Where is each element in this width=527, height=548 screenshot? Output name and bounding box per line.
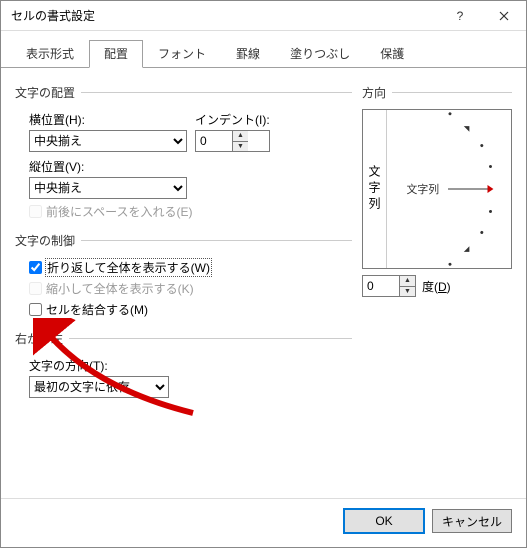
group-orientation: 方向 文字列	[362, 84, 512, 297]
orientation-preview[interactable]: 文字列	[362, 109, 512, 269]
tab-fill[interactable]: 塗りつぶし	[275, 40, 365, 68]
group-alignment-legend: 文字の配置	[15, 84, 81, 101]
merge-label: セルを結合する(M)	[46, 301, 148, 318]
cancel-button[interactable]: キャンセル	[432, 509, 512, 533]
tab-border[interactable]: 罫線	[221, 40, 275, 68]
tab-format[interactable]: 表示形式	[11, 40, 89, 68]
text-direction-select[interactable]: 最初の文字に依存	[29, 376, 169, 398]
degrees-spin-buttons[interactable]: ▲▼	[399, 276, 415, 296]
indent-spinner[interactable]: ▲▼	[195, 130, 270, 152]
right-column: 方向 文字列	[362, 78, 512, 498]
close-button[interactable]	[482, 1, 526, 31]
indent-label: インデント(I):	[195, 111, 270, 128]
tab-font[interactable]: フォント	[143, 40, 221, 68]
group-alignment: 文字の配置 横位置(H): 中央揃え インデント(I): ▲▼	[15, 84, 352, 222]
horizontal-select[interactable]: 中央揃え	[29, 130, 187, 152]
window-title: セルの書式設定	[11, 7, 438, 24]
shrink-row: 縮小して全体を表示する(K)	[29, 280, 352, 297]
left-column: 文字の配置 横位置(H): 中央揃え インデント(I): ▲▼	[15, 78, 352, 498]
group-text-control-legend: 文字の制御	[15, 232, 81, 249]
indent-input[interactable]	[196, 131, 232, 151]
vertical-label: 縦位置(V):	[29, 158, 352, 175]
tab-alignment[interactable]: 配置	[89, 40, 143, 68]
text-direction-label: 文字の方向(T):	[29, 357, 352, 374]
shrink-checkbox	[29, 282, 42, 295]
indent-spin-buttons[interactable]: ▲▼	[232, 131, 248, 151]
degrees-input[interactable]	[363, 276, 399, 296]
orientation-dial-graphic: 文字列	[387, 110, 511, 268]
help-button[interactable]: ?	[438, 1, 482, 31]
degrees-label: 度(D)	[422, 278, 451, 295]
merge-checkbox[interactable]	[29, 303, 42, 316]
orientation-vertical-text[interactable]: 文字列	[363, 110, 387, 268]
spacing-row: 前後にスペースを入れる(E)	[29, 203, 352, 220]
group-orientation-legend: 方向	[362, 84, 392, 101]
group-text-control: 文字の制御 折り返して全体を表示する(W) 縮小して全体を表示する(K) セルを…	[15, 232, 352, 320]
orientation-sample-text: 文字列	[407, 182, 440, 196]
vertical-select[interactable]: 中央揃え	[29, 177, 187, 199]
ok-button[interactable]: OK	[344, 509, 424, 533]
spacing-label: 前後にスペースを入れる(E)	[46, 203, 193, 220]
wrap-checkbox[interactable]	[29, 261, 42, 274]
wrap-label: 折り返して全体を表示する(W)	[46, 259, 211, 276]
tab-bar: 表示形式 配置 フォント 罫線 塗りつぶし 保護	[1, 31, 526, 68]
spacing-checkbox	[29, 205, 42, 218]
group-rtl-legend: 右から左	[15, 330, 69, 347]
wrap-row[interactable]: 折り返して全体を表示する(W)	[29, 259, 352, 276]
dialog-footer: OK キャンセル	[1, 498, 526, 547]
group-rtl: 右から左 文字の方向(T): 最初の文字に依存	[15, 330, 352, 400]
merge-row[interactable]: セルを結合する(M)	[29, 301, 352, 318]
shrink-label: 縮小して全体を表示する(K)	[46, 280, 194, 297]
orientation-dial[interactable]: 文字列	[387, 110, 511, 268]
dialog-content: 文字の配置 横位置(H): 中央揃え インデント(I): ▲▼	[1, 68, 526, 498]
horizontal-label: 横位置(H):	[29, 111, 187, 128]
degrees-spinner[interactable]: ▲▼	[362, 275, 416, 297]
close-icon	[499, 11, 509, 21]
titlebar: セルの書式設定 ?	[1, 1, 526, 31]
tab-protect[interactable]: 保護	[365, 40, 419, 68]
